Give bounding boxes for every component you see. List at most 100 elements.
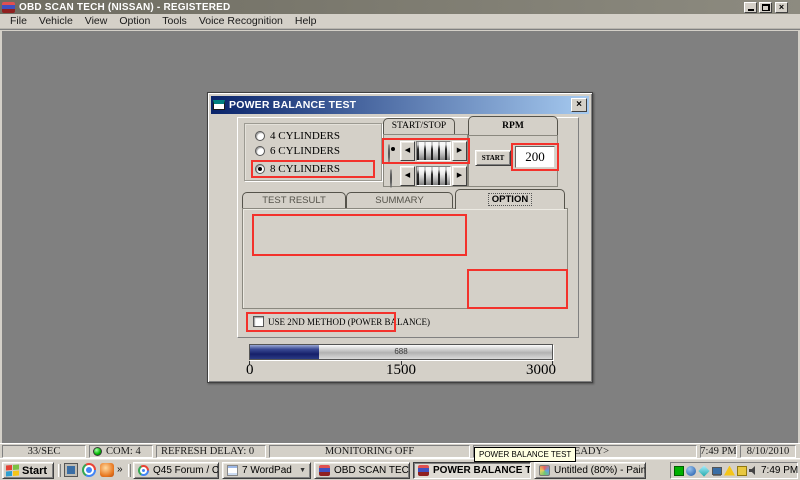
radio-6-cylinders[interactable]: 6 CYLINDERS xyxy=(255,145,340,157)
tray-clock: 7:49 PM xyxy=(761,465,799,476)
spinner2-left-arrow-button[interactable]: ◀ xyxy=(400,166,415,186)
quicklaunch-overflow-chevron[interactable]: » xyxy=(117,464,123,475)
wordpad-icon xyxy=(227,465,238,476)
tab-summary[interactable]: SUMMARY xyxy=(346,192,453,209)
tab-label: TEST RESULT xyxy=(262,195,326,206)
radio-8-cylinders[interactable]: 8 CYLINDERS xyxy=(255,163,340,175)
task-label: Untitled (80%) - Paint.N... xyxy=(554,465,646,476)
start-label: Start xyxy=(22,464,48,477)
chrome-quicklaunch-icon[interactable] xyxy=(82,463,96,477)
system-tray: 7:49 PM xyxy=(670,462,798,479)
tray-warning-icon[interactable] xyxy=(724,465,735,476)
task-label: POWER BALANCE TEST xyxy=(433,465,531,476)
spinner-radio-2[interactable] xyxy=(390,169,392,188)
spinner1-right-arrow-button[interactable]: ▶ xyxy=(452,141,467,161)
restore-icon xyxy=(761,4,770,11)
taskbar-tooltip: POWER BALANCE TEST xyxy=(474,447,577,462)
gauge-scale-max: 3000 xyxy=(526,362,556,378)
radio-icon xyxy=(255,164,265,174)
use-2nd-method-checkbox[interactable] xyxy=(253,316,264,327)
start-button[interactable]: START xyxy=(475,150,511,166)
radio-icon xyxy=(255,131,265,141)
status-sample-rate: 33/SEC xyxy=(2,445,86,458)
taskbar: Start » Q45 Forum / Cima Forum... 7 Word… xyxy=(0,458,800,480)
spinner-radio-1[interactable] xyxy=(388,144,390,163)
spinner1-left-arrow-button[interactable]: ◀ xyxy=(400,141,415,161)
status-refresh-delay: REFRESH DELAY: 0 xyxy=(156,445,266,458)
scantool-icon xyxy=(418,465,429,476)
spinner2-right-arrow-button[interactable]: ▶ xyxy=(452,166,467,186)
radio-label: 8 CYLINDERS xyxy=(270,163,340,175)
tray-display-icon[interactable] xyxy=(712,466,722,475)
com-port-label: COM: 4 xyxy=(106,446,141,457)
status-monitoring: MONITORING OFF xyxy=(269,445,470,458)
restore-button[interactable] xyxy=(759,2,772,13)
group-dropdown-icon[interactable]: ▼ xyxy=(299,467,306,474)
task-wordpad[interactable]: 7 WordPad ▼ xyxy=(222,462,311,479)
tab-label: OPTION xyxy=(487,193,533,206)
use-2nd-method-label: USE 2ND METHOD (POWER BALANCE) xyxy=(268,317,430,327)
scantool-icon xyxy=(319,465,330,476)
rpm-gauge-value: 688 xyxy=(394,347,408,356)
menu-vehicle[interactable]: Vehicle xyxy=(33,14,79,28)
radio-icon xyxy=(255,146,265,156)
dialog-titlebar: POWER BALANCE TEST × xyxy=(211,96,589,114)
task-q45-forum[interactable]: Q45 Forum / Cima Forum... xyxy=(133,462,219,479)
tray-green-status-icon[interactable] xyxy=(674,465,684,476)
dialog-close-button[interactable]: × xyxy=(571,98,587,112)
tab-test-result[interactable]: TEST RESULT xyxy=(242,192,346,209)
task-label: 7 WordPad xyxy=(242,465,292,476)
tray-update-icon[interactable] xyxy=(737,465,747,476)
minimize-icon xyxy=(747,9,754,11)
start-button-taskbar[interactable]: Start xyxy=(2,462,54,479)
gauge-scale-mid: 1500 xyxy=(386,362,416,378)
power-balance-test-dialog: POWER BALANCE TEST × 4 CYLINDERS 6 CYLIN… xyxy=(207,92,593,383)
windows-flag-icon xyxy=(6,464,19,477)
app-icon xyxy=(2,1,15,13)
rpm-adjustment-header: RPM ADJUSTMENT xyxy=(468,116,558,149)
spinner2-display xyxy=(416,166,451,186)
rpm-value-field[interactable]: 200 xyxy=(515,146,555,168)
window-title: OBD SCAN TECH (NISSAN) - REGISTERED xyxy=(19,1,231,13)
tray-diamond-icon[interactable] xyxy=(698,464,710,477)
option-tab-panel xyxy=(242,208,568,309)
tab-option[interactable]: OPTION xyxy=(455,189,565,209)
task-obd-scan-tech[interactable]: OBD SCAN TECH (NISSA... xyxy=(314,462,410,479)
status-bar: 33/SEC COM: 4 REFRESH DELAY: 0 MONITORIN… xyxy=(0,443,800,458)
minimize-button[interactable] xyxy=(744,2,757,13)
radio-4-cylinders[interactable]: 4 CYLINDERS xyxy=(255,130,340,142)
chrome-icon xyxy=(138,465,149,476)
close-button[interactable]: × xyxy=(775,2,788,13)
menu-bar: File Vehicle View Option Tools Voice Rec… xyxy=(0,14,800,29)
task-power-balance-test[interactable]: POWER BALANCE TEST xyxy=(413,462,531,479)
radio-label: 4 CYLINDERS xyxy=(270,130,340,142)
spinner1-display xyxy=(416,141,451,161)
menu-help[interactable]: Help xyxy=(289,14,323,28)
task-label: Q45 Forum / Cima Forum... xyxy=(153,465,219,476)
status-time: 7:49 PM xyxy=(700,445,737,458)
com-status-icon xyxy=(93,447,102,456)
media-quicklaunch-icon[interactable] xyxy=(100,463,114,477)
main-titlebar: OBD SCAN TECH (NISSAN) - REGISTERED xyxy=(0,0,800,14)
menu-option[interactable]: Option xyxy=(113,14,156,28)
taskbar-grip[interactable] xyxy=(128,464,131,477)
radio-label: 6 CYLINDERS xyxy=(270,145,340,157)
tray-volume-icon[interactable] xyxy=(749,466,755,475)
task-label: OBD SCAN TECH (NISSA... xyxy=(334,465,409,476)
task-paint-net[interactable]: Untitled (80%) - Paint.N... xyxy=(534,462,646,479)
menu-file[interactable]: File xyxy=(4,14,33,28)
taskbar-grip[interactable] xyxy=(58,464,61,477)
tab-label: SUMMARY xyxy=(375,195,424,206)
dialog-icon xyxy=(213,100,225,110)
show-desktop-icon[interactable] xyxy=(64,463,78,477)
menu-voice-recognition[interactable]: Voice Recognition xyxy=(193,14,289,28)
menu-view[interactable]: View xyxy=(79,14,114,28)
rpm-gauge: 688 xyxy=(249,344,553,360)
paintnet-icon xyxy=(539,465,550,476)
dialog-title: POWER BALANCE TEST xyxy=(229,99,357,111)
tray-network-globe-icon[interactable] xyxy=(686,465,696,476)
close-icon: × xyxy=(778,2,785,12)
menu-tools[interactable]: Tools xyxy=(156,14,193,28)
status-date: 8/10/2010 xyxy=(740,445,796,458)
gauge-scale-min: 0 xyxy=(246,362,254,378)
